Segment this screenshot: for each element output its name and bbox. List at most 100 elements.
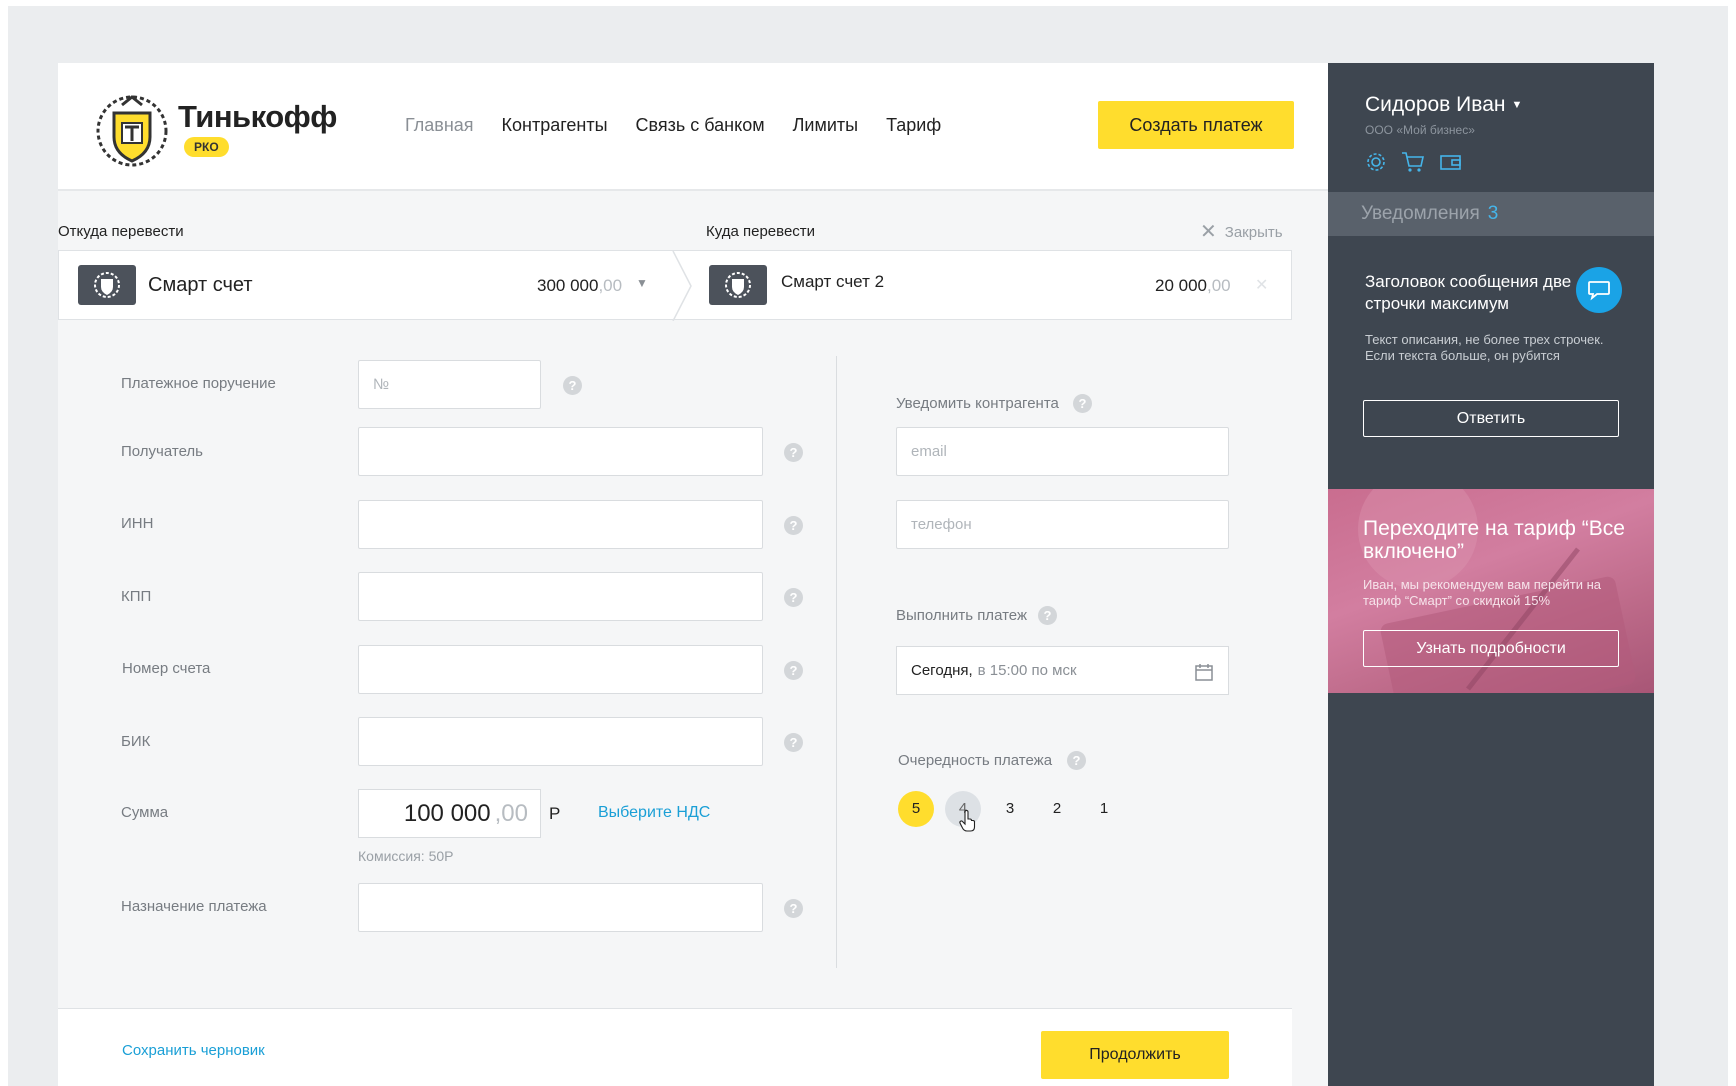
form-footer: Сохранить черновик Продолжить xyxy=(58,1008,1292,1086)
notify-label: Уведомить контрагента xyxy=(896,395,1059,412)
help-icon[interactable]: ? xyxy=(784,516,803,535)
commission-text: Комиссия: 50Р xyxy=(358,848,454,864)
dropdown-arrow-icon[interactable]: ▼ xyxy=(636,276,648,290)
from-balance-dec: ,00 xyxy=(598,276,623,295)
learn-more-button[interactable]: Узнать подробности xyxy=(1363,630,1619,667)
to-label: Куда перевести xyxy=(706,223,816,240)
nav-item-limits[interactable]: Лимиты xyxy=(793,115,858,136)
help-icon[interactable]: ? xyxy=(784,443,803,462)
order-number-input[interactable] xyxy=(358,360,541,409)
chevron-right-icon xyxy=(672,251,692,321)
date-time: в 15:00 по мск xyxy=(977,662,1077,679)
help-icon[interactable]: ? xyxy=(784,661,803,680)
to-balance-int: 20 000 xyxy=(1155,276,1207,295)
sum-label: Сумма xyxy=(121,804,169,821)
nav-item-home[interactable]: Главная xyxy=(405,115,474,136)
execute-label: Выполнить платеж xyxy=(896,607,1027,624)
bank-logo xyxy=(96,95,168,167)
save-draft-link[interactable]: Сохранить черновик xyxy=(122,1042,265,1059)
bank-card-icon xyxy=(709,265,767,305)
accounts-bar: Смарт счет 300 000,00 ▼ Смарт счет 2 20 … xyxy=(58,250,1292,321)
continue-button[interactable]: Продолжить xyxy=(1041,1031,1229,1079)
brand-name: Тинькофф xyxy=(178,99,337,134)
notifications-label: Уведомления xyxy=(1361,203,1480,224)
promo-banner: Переходите на тариф “Все включено” Иван,… xyxy=(1328,489,1654,693)
purpose-label: Назначение платежа xyxy=(121,898,267,915)
settings-gear-icon[interactable] xyxy=(1365,151,1387,178)
kpp-label: КПП xyxy=(121,588,152,605)
notifications-count: 3 xyxy=(1487,203,1499,224)
right-sidebar: Сидоров Иван ▼ ООО «Мой бизнес» Уведомлен… xyxy=(1328,63,1654,1086)
bik-label: БИК xyxy=(121,733,151,750)
priority-option-1[interactable]: 1 xyxy=(1086,791,1122,827)
help-icon[interactable]: ? xyxy=(1067,751,1086,770)
calendar-icon[interactable] xyxy=(1194,662,1214,682)
from-account-name[interactable]: Смарт счет xyxy=(148,274,253,297)
to-balance-dec: ,00 xyxy=(1207,276,1231,295)
wallet-icon[interactable] xyxy=(1439,151,1463,178)
inn-label: ИНН xyxy=(121,515,154,532)
recipient-label: Получатель xyxy=(121,443,203,460)
recipient-input[interactable] xyxy=(358,427,763,476)
to-account-balance: 20 000,00 xyxy=(1155,276,1231,296)
kpp-input[interactable] xyxy=(358,572,763,621)
order-label: Платежное поручение xyxy=(121,375,276,392)
from-label: Откуда перевести xyxy=(58,223,184,240)
clear-icon[interactable]: ✕ xyxy=(1255,275,1268,295)
nav-item-bank-contact[interactable]: Связь с банком xyxy=(636,115,765,136)
purpose-input[interactable] xyxy=(358,883,763,932)
help-icon[interactable]: ? xyxy=(784,899,803,918)
date-day: Сегодня, xyxy=(911,662,973,679)
help-icon[interactable]: ? xyxy=(784,588,803,607)
reply-button[interactable]: Ответить xyxy=(1363,400,1619,437)
sum-int: 100 000 xyxy=(403,799,491,827)
account-number-input[interactable] xyxy=(358,645,763,694)
message-text: Текст описания, не более трех строчек. Е… xyxy=(1365,332,1604,363)
promo-title: Переходите на тариф “Все включено” xyxy=(1363,517,1625,563)
from-balance-int: 300 000 xyxy=(537,276,599,295)
help-icon[interactable]: ? xyxy=(563,376,582,395)
priority-label: Очередность платежа xyxy=(898,752,1053,769)
message-title: Заголовок сообщения две строчки максимум xyxy=(1365,272,1572,313)
app-header: Тинькофф РКО Главная Контрагенты Связь с… xyxy=(58,63,1328,191)
account-number-label: Номер счета xyxy=(122,660,211,677)
notifications-header[interactable]: Уведомления 3 xyxy=(1328,192,1654,236)
priority-option-2[interactable]: 2 xyxy=(1039,791,1075,827)
close-icon: ✕ xyxy=(1200,221,1217,243)
help-icon[interactable]: ? xyxy=(1073,394,1092,413)
help-icon[interactable]: ? xyxy=(784,733,803,752)
column-divider xyxy=(836,356,837,968)
execution-date-field[interactable]: Сегодня, в 15:00 по мск xyxy=(896,646,1229,695)
nav-item-tariff[interactable]: Тариф xyxy=(886,115,941,136)
currency-label: Р xyxy=(549,804,561,823)
from-account-balance: 300 000,00 xyxy=(537,276,622,296)
bik-input[interactable] xyxy=(358,717,763,766)
close-button[interactable]: ✕ Закрыть xyxy=(1200,222,1283,242)
product-badge: РКО xyxy=(184,137,229,157)
select-vat-link[interactable]: Выберите НДС xyxy=(598,804,710,822)
caret-down-icon: ▼ xyxy=(1511,99,1523,111)
priority-option-5[interactable]: 5 xyxy=(898,791,934,827)
main-nav: Главная Контрагенты Связь с банком Лимит… xyxy=(405,115,969,136)
cart-icon[interactable] xyxy=(1401,151,1425,178)
inn-input[interactable] xyxy=(358,500,763,549)
hand-cursor-icon xyxy=(959,810,976,832)
promo-text: Иван, мы рекомендуем вам перейти на тари… xyxy=(1363,577,1601,608)
help-icon[interactable]: ? xyxy=(1038,606,1057,625)
create-payment-button[interactable]: Создать платеж xyxy=(1098,101,1294,149)
payment-panel: Тинькофф РКО Главная Контрагенты Связь с… xyxy=(58,63,1328,1086)
nav-item-counterparties[interactable]: Контрагенты xyxy=(502,115,608,136)
chat-bubble-icon[interactable] xyxy=(1576,267,1622,313)
sum-input[interactable]: 100 000,00 xyxy=(358,789,541,838)
bank-card-icon xyxy=(78,265,136,305)
sum-dec: ,00 xyxy=(494,799,528,827)
user-name: Сидоров Иван xyxy=(1365,93,1506,116)
to-account-name[interactable]: Смарт счет 2 xyxy=(781,272,884,292)
phone-input[interactable] xyxy=(896,500,1229,549)
user-menu[interactable]: Сидоров Иван ▼ xyxy=(1365,93,1522,117)
user-actions xyxy=(1365,151,1463,178)
email-input[interactable] xyxy=(896,427,1229,476)
priority-option-3[interactable]: 3 xyxy=(992,791,1028,827)
user-company: ООО «Мой бизнес» xyxy=(1365,123,1475,137)
close-label: Закрыть xyxy=(1224,223,1283,241)
